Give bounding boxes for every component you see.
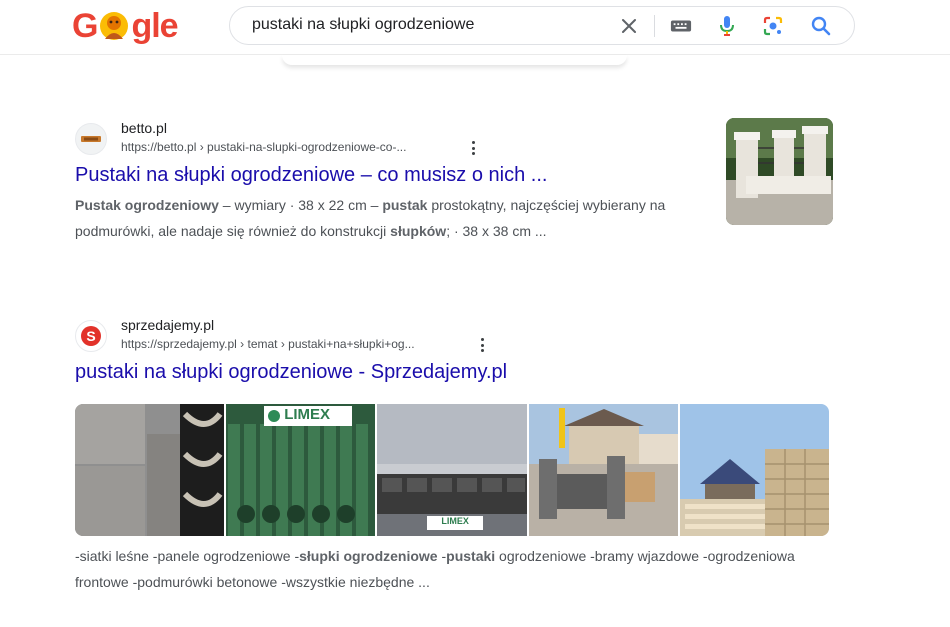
search-result-betto: betto.pl https://betto.pl › pustaki-na-s… <box>75 118 835 244</box>
betto-favicon-icon <box>75 123 107 155</box>
result-image-1[interactable] <box>75 404 225 536</box>
snippet-bold: Pustak ogrodzeniowy <box>75 197 219 213</box>
keyboard-icon[interactable] <box>670 15 692 37</box>
result-image-5[interactable] <box>679 404 829 536</box>
lens-icon[interactable] <box>762 15 784 37</box>
result-image-strip: LIMEX LIMEX <box>75 404 829 536</box>
header: G gle pustaki na słupki ogrodzeniowe <box>0 0 950 55</box>
snippet-text: - <box>437 548 447 564</box>
result-site-name: sprzedajemy.pl <box>121 317 215 333</box>
search-result-sprzedajemy: S sprzedajemy.pl https://sprzedajemy.pl … <box>75 315 835 385</box>
limex-logo-label: LIMEX <box>441 516 469 526</box>
search-input[interactable]: pustaki na słupki ogrodzeniowe <box>252 16 474 34</box>
result-site-row[interactable]: S sprzedajemy.pl https://sprzedajemy.pl … <box>75 315 835 355</box>
result-title-link[interactable]: Pustaki na słupki ogrodzeniowe – co musi… <box>75 162 835 188</box>
doodle-icon <box>100 12 129 40</box>
snippet-text: ; · 38 x 38 cm ... <box>446 223 547 239</box>
result-image-3[interactable]: LIMEX <box>377 404 527 536</box>
more-options-icon[interactable] <box>477 336 487 354</box>
snippet-text: -siatki leśne -panele ogrodzeniowe - <box>75 548 300 564</box>
result-image-2[interactable]: LIMEX <box>226 404 376 536</box>
result-title-link[interactable]: pustaki na słupki ogrodzeniowe - Sprzeda… <box>75 359 835 385</box>
result-snippet: -siatki leśne -panele ogrodzeniowe -słup… <box>75 543 835 595</box>
result-site-name: betto.pl <box>121 120 167 136</box>
snippet-bold: słupków <box>390 223 447 239</box>
search-icon[interactable] <box>810 15 832 37</box>
result-thumbnail-image[interactable] <box>726 118 833 225</box>
google-logo[interactable]: G gle <box>72 6 182 46</box>
snippet-text: – wymiary · 38 x 22 cm – <box>218 197 383 213</box>
microphone-icon[interactable] <box>716 15 738 37</box>
limex-logo-label: LIMEX <box>284 406 331 423</box>
result-snippet: Pustak ogrodzeniowy – wymiary · 38 x 22 … <box>75 192 695 244</box>
snippet-bold: pustaki <box>446 548 496 564</box>
result-image-4[interactable] <box>528 404 678 536</box>
snippet-bold: słupki ogrodzeniowe <box>299 548 438 564</box>
logo-letter-g: G <box>72 7 98 45</box>
close-icon[interactable] <box>618 15 640 37</box>
logo-letters-gle: gle <box>131 7 178 45</box>
search-bar[interactable]: pustaki na słupki ogrodzeniowe <box>229 6 855 45</box>
result-2-snippet-block: -siatki leśne -panele ogrodzeniowe -słup… <box>75 543 835 595</box>
tabs-panel-shadow <box>282 55 627 65</box>
search-divider <box>654 15 655 37</box>
snippet-bold: pustak <box>382 197 428 213</box>
result-url: https://sprzedajemy.pl › temat › pustaki… <box>121 337 415 351</box>
result-url: https://betto.pl › pustaki-na-slupki-ogr… <box>121 140 407 154</box>
result-site-row[interactable]: betto.pl https://betto.pl › pustaki-na-s… <box>75 118 835 158</box>
more-options-icon[interactable] <box>468 139 478 157</box>
sprzedajemy-favicon-icon: S <box>75 320 107 352</box>
svg-text:S: S <box>86 328 95 344</box>
